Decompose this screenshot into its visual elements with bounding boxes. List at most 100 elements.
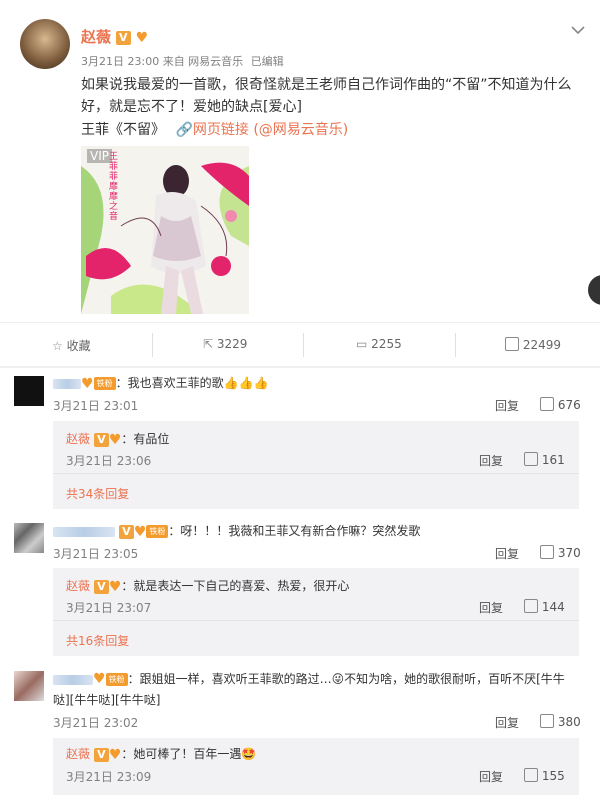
author-name[interactable]: 赵薇 [81, 28, 111, 46]
comment-line: ♥ 铁粉 ：跟姐姐一样，喜欢听王菲歌的路过…😜不知为啥，她的歌很耐听，百听不厌[牛牛 [53, 669, 588, 690]
repost-button[interactable]: ⇱ 3229 [203, 337, 247, 351]
mention-link[interactable]: (@网易云音乐) [253, 122, 348, 138]
comment-like[interactable]: 676 [540, 397, 581, 412]
reply-like-count: 144 [541, 600, 565, 614]
heart-badge-icon: ♥ [108, 431, 122, 448]
repost-icon: ⇱ [203, 337, 214, 351]
song-line: 王菲《不留》 🔗网页链接 (@网易云音乐) [81, 119, 348, 139]
more-replies-link[interactable]: 共16条回复 [66, 632, 129, 649]
reply-button[interactable]: 回复 [479, 599, 503, 616]
heart-badge-icon: ♥ [93, 671, 106, 687]
action-bar: ☆ 收藏 ⇱ 3229 ▭ 2255 22499 [0, 322, 600, 367]
heart-badge-icon: ♥ [81, 375, 94, 392]
thumbs-up-icon [540, 714, 554, 728]
comment-time: 3月21日 23:05 [53, 547, 139, 561]
like-button[interactable]: 22499 [505, 337, 561, 352]
reply-time: 3月21日 23:09 [66, 770, 152, 784]
comment-text: 哒][牛牛哒][牛牛哒] [53, 693, 161, 707]
reply-button[interactable]: 回复 [495, 397, 519, 414]
post-text: 如果说我最爱的一首歌，很奇怪就是王老师自己作词作曲的“不留”不知道为什么 好，就… [81, 74, 591, 118]
commenter-name[interactable] [53, 674, 93, 685]
reply-box: 赵薇 V ♥：有品位 3月21日 23:06 回复 161 共34条回复 [53, 421, 579, 509]
verified-badge: V [93, 432, 109, 447]
thumbs-up-icon [505, 337, 519, 351]
heart-badge-icon: ♥ [135, 29, 149, 46]
verified-badge: V [93, 747, 109, 762]
reply-like[interactable]: 155 [524, 768, 565, 783]
thumbs-up-icon [540, 545, 554, 559]
commenter-avatar[interactable] [14, 671, 44, 701]
author-line: 赵薇 V ♥ [81, 26, 148, 47]
song-title: 王菲《不留》 [81, 122, 165, 138]
verified-badge: V [115, 30, 131, 45]
reply-line: 赵薇 V ♥：她可棒了！百年一遇🤩 [66, 745, 256, 763]
reply-text: ：有品位 [121, 432, 170, 446]
comment-button[interactable]: ▭ 2255 [356, 337, 402, 351]
star-icon: ☆ [52, 339, 63, 353]
section-divider [0, 366, 600, 368]
reply-text: ：就是表达一下自己的喜爱、热爱，很开心 [121, 579, 350, 593]
fan-badge: 铁粉 [146, 525, 169, 538]
post-time-source[interactable]: 3月21日 23:00 来自 网易云音乐 [81, 55, 243, 68]
reply-author[interactable]: 赵薇 [66, 579, 90, 593]
commenter-name[interactable] [53, 378, 81, 389]
comment-text-block: ♥ 铁粉 ：跟姐姐一样，喜欢听王菲歌的路过…😜不知为啥，她的歌很耐听，百听不厌[牛牛… [53, 669, 588, 711]
post-meta: 3月21日 23:00 来自 网易云音乐 已编辑 [81, 53, 284, 69]
album-title: 王菲 菲靡靡之音 [109, 152, 119, 222]
comment-time: 3月21日 23:02 [53, 716, 139, 730]
reply-button[interactable]: 回复 [495, 714, 519, 731]
favorite-button[interactable]: ☆ 收藏 [52, 337, 91, 354]
divider [303, 333, 304, 357]
repost-count: 3229 [216, 337, 248, 351]
reply-like[interactable]: 161 [524, 452, 565, 467]
fan-badge: 铁粉 [93, 377, 116, 390]
comment-text: ：呀！！！我薇和王菲又有新合作嘛？突然发歌 [168, 524, 421, 538]
author-avatar[interactable] [20, 19, 70, 69]
comment-count: 2255 [371, 337, 402, 351]
comment-like-count: 676 [557, 398, 581, 412]
divider [455, 333, 456, 357]
web-link[interactable]: 网页链接 [193, 122, 249, 138]
post-text-line: 如果说我最爱的一首歌，很奇怪就是王老师自己作词作曲的“不留”不知道为什么 [81, 77, 572, 93]
reply-time: 3月21日 23:06 [66, 454, 152, 468]
reply-button[interactable]: 回复 [495, 545, 519, 562]
reply-author[interactable]: 赵薇 [66, 747, 90, 761]
verified-badge: V [93, 579, 109, 594]
fan-badge: 铁粉 [105, 673, 128, 686]
divider [152, 333, 153, 357]
thumbs-up-icon [524, 599, 538, 613]
comment-like[interactable]: 370 [540, 545, 581, 560]
divider [53, 620, 579, 621]
like-count: 22499 [522, 338, 562, 352]
reply-line: 赵薇 V ♥：就是表达一下自己的喜爱、热爱，很开心 [66, 577, 349, 595]
comment-line: ♥ 铁粉 ：我也喜欢王菲的歌👍👍👍 [53, 374, 268, 392]
favorite-label: 收藏 [66, 339, 91, 353]
reply-button[interactable]: 回复 [479, 768, 503, 785]
reply-like-count: 161 [541, 453, 565, 467]
reply-time: 3月21日 23:07 [66, 601, 152, 615]
album-cover[interactable]: VIP 王菲 菲靡靡之音 [81, 146, 249, 314]
reply-text: ：她可棒了！百年一遇🤩 [121, 747, 257, 761]
commenter-avatar[interactable] [14, 523, 44, 553]
heart-badge-icon: ♥ [108, 578, 122, 595]
comment-time: 3月21日 23:01 [53, 399, 139, 413]
floating-button[interactable] [588, 275, 600, 305]
commenter-avatar[interactable] [14, 376, 44, 406]
reply-like[interactable]: 144 [524, 599, 565, 614]
reply-author[interactable]: 赵薇 [66, 432, 90, 446]
more-replies-link[interactable]: 共34条回复 [66, 485, 129, 502]
reply-button[interactable]: 回复 [479, 452, 503, 469]
chevron-down-icon[interactable] [571, 20, 585, 35]
verified-badge: V [118, 524, 134, 539]
comment-text: ：我也喜欢王菲的歌👍👍👍 [115, 376, 269, 390]
comment-like[interactable]: 380 [540, 714, 581, 729]
edited-label: 已编辑 [250, 55, 284, 68]
thumbs-up-icon [524, 452, 538, 466]
comment-line: V ♥ 铁粉 ：呀！！！我薇和王菲又有新合作嘛？突然发歌 [53, 522, 420, 540]
thumbs-up-icon [540, 397, 554, 411]
heart-badge-icon: ♥ [133, 523, 147, 540]
post-text-line: 好，就是忘不了！爱她的缺点[爱心] [81, 99, 302, 115]
comment-icon: ▭ [356, 337, 368, 351]
commenter-name[interactable] [53, 526, 115, 537]
thumbs-up-icon [524, 768, 538, 782]
